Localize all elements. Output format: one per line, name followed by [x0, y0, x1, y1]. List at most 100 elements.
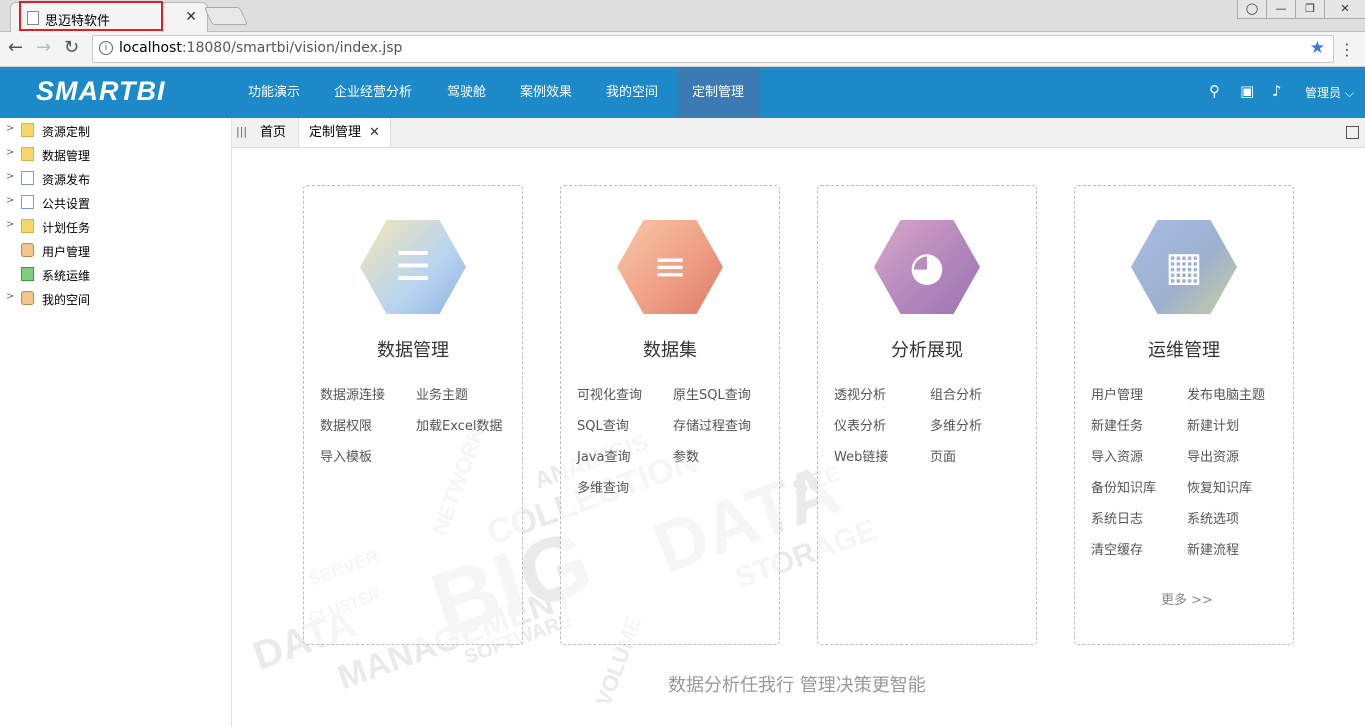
nav-item-cockpit[interactable]: 驾驶舱	[432, 67, 501, 118]
restore-icon[interactable]: ❐	[1295, 0, 1325, 19]
tab-label: 定制管理	[309, 125, 362, 140]
back-arrow-icon[interactable]: ←	[8, 37, 23, 58]
grip-icon[interactable]: |||	[236, 125, 247, 138]
link-java-query[interactable]: Java查询	[577, 446, 630, 465]
sidebar-item-label: 系统运维	[42, 269, 91, 283]
folder-icon	[21, 147, 34, 161]
link-import-resources[interactable]: 导入资源	[1091, 446, 1143, 465]
user-icon	[21, 291, 34, 305]
card-analysis: ◕ 分析展现 透视分析 组合分析 仪表分析 多维分析 Web链接 页面	[817, 185, 1037, 645]
forward-arrow-icon[interactable]: →	[36, 37, 51, 58]
browser-menu-icon[interactable]: ⋮	[1339, 40, 1355, 59]
expand-arrow-icon[interactable]: >	[6, 219, 14, 230]
card-data-management: ☰ 数据管理 数据源连接 业务主题 数据权限 加载Excel数据 导入模板	[303, 185, 523, 645]
sidebar-item-label: 我的空间	[42, 293, 91, 307]
link-multidim-analysis[interactable]: 多维分析	[930, 415, 982, 434]
expand-arrow-icon[interactable]: >	[6, 195, 14, 206]
link-data-permission[interactable]: 数据权限	[320, 415, 372, 434]
link-web-link[interactable]: Web链接	[834, 446, 888, 465]
search-icon[interactable]: ⚲	[1209, 82, 1220, 100]
link-backup-repository[interactable]: 备份知识库	[1091, 477, 1156, 496]
sidebar-item-label: 用户管理	[42, 245, 91, 259]
card-title: 分析展现	[891, 340, 963, 361]
window-close-icon[interactable]: ✕	[1324, 0, 1365, 19]
sidebar-item-label: 资源定制	[42, 125, 91, 139]
dataset-icon[interactable]: ≡	[617, 220, 723, 314]
monitor-chart-icon[interactable]: ▦	[1131, 220, 1237, 314]
sidebar-item-label: 数据管理	[42, 149, 91, 163]
schedule-icon	[21, 219, 34, 233]
link-export-resources[interactable]: 导出资源	[1187, 446, 1239, 465]
link-datasource-connection[interactable]: 数据源连接	[320, 384, 385, 403]
link-new-task[interactable]: 新建任务	[1091, 415, 1143, 434]
browser-tabstrip: 思迈特软件 ✕ ◯ — ❐ ✕	[0, 0, 1365, 33]
pie-chart-icon[interactable]: ◕	[874, 220, 980, 314]
tab-home[interactable]: 首页	[250, 118, 296, 147]
nav-item-cases[interactable]: 案例效果	[505, 67, 587, 118]
minimize-icon[interactable]: —	[1266, 0, 1296, 19]
link-sql-query[interactable]: SQL查询	[577, 415, 629, 434]
expand-arrow-icon[interactable]: >	[6, 171, 14, 182]
link-user-management[interactable]: 用户管理	[1091, 384, 1143, 403]
link-system-log[interactable]: 系统日志	[1091, 508, 1143, 527]
chart-window-icon[interactable]: ▣	[1240, 82, 1254, 100]
content-tabbar: ||| 首页 定制管理 ✕	[232, 118, 1365, 148]
profile-icon[interactable]: ◯	[1237, 0, 1267, 19]
address-bar: ← → ↻ i localhost:18080/smartbi/vision/i…	[0, 32, 1365, 67]
folder-icon	[21, 123, 34, 137]
expand-arrow-icon[interactable]: >	[6, 147, 14, 158]
maximize-icon[interactable]	[1346, 126, 1359, 139]
nav-item-demo[interactable]: 功能演示	[233, 67, 315, 118]
link-dashboard-analysis[interactable]: 仪表分析	[834, 415, 886, 434]
link-import-template[interactable]: 导入模板	[320, 446, 372, 465]
expand-arrow-icon[interactable]: >	[6, 291, 14, 302]
new-tab-button[interactable]	[203, 7, 249, 25]
expand-arrow-icon[interactable]: >	[6, 123, 14, 134]
more-link[interactable]: 更多 >>	[1161, 589, 1213, 608]
sidebar-item-label: 计划任务	[42, 221, 91, 235]
main-content: BIG DATA COLLECTION ANALYSIS MANAGEMENT …	[232, 148, 1365, 727]
close-icon[interactable]: ✕	[369, 125, 380, 140]
nav-item-custom-management[interactable]: 定制管理	[677, 67, 760, 118]
sidebar-item-label: 公共设置	[42, 197, 91, 211]
link-pivot-analysis[interactable]: 透视分析	[834, 384, 886, 403]
users-icon	[21, 243, 34, 257]
link-native-sql-query[interactable]: 原生SQL查询	[673, 384, 751, 403]
tab-custom-management[interactable]: 定制管理 ✕	[298, 118, 391, 147]
card-title: 数据集	[643, 340, 697, 361]
close-tab-icon[interactable]: ✕	[185, 9, 197, 25]
app-header: SMARTBI 功能演示 企业经营分析 驾驶舱 案例效果 我的空间 定制管理 ⚲…	[0, 67, 1365, 118]
card-dataset: ≡ 数据集 可视化查询 原生SQL查询 SQL查询 存储过程查询 Java查询 …	[560, 185, 780, 645]
link-multidim-query[interactable]: 多维查询	[577, 477, 629, 496]
link-new-workflow[interactable]: 新建流程	[1187, 539, 1239, 558]
link-business-theme[interactable]: 业务主题	[416, 384, 468, 403]
user-menu[interactable]: 管理员 ⌵	[1305, 84, 1354, 101]
sidebar-tree: > 资源定制 > 数据管理 > 资源发布 > 公共设置 > 计划任务 用户管理 …	[0, 118, 232, 727]
url-input[interactable]: i localhost:18080/smartbi/vision/index.j…	[92, 35, 1334, 63]
link-parameters[interactable]: 参数	[673, 446, 699, 465]
bookmark-star-icon[interactable]: ★	[1310, 38, 1325, 58]
card-operations: ▦ 运维管理 用户管理 发布电脑主题 新建任务 新建计划 导入资源 导出资源 备…	[1074, 185, 1294, 645]
card-title: 数据管理	[377, 340, 449, 361]
link-system-options[interactable]: 系统选项	[1187, 508, 1239, 527]
url-text: localhost:18080/smartbi/vision/index.jsp	[119, 40, 403, 56]
link-page[interactable]: 页面	[930, 446, 956, 465]
link-new-plan[interactable]: 新建计划	[1187, 415, 1239, 434]
link-combined-analysis[interactable]: 组合分析	[930, 384, 982, 403]
info-icon[interactable]: i	[99, 41, 113, 55]
nav-item-business-analysis[interactable]: 企业经营分析	[319, 67, 427, 118]
link-load-excel[interactable]: 加载Excel数据	[416, 415, 502, 434]
sidebar-item-label: 资源发布	[42, 173, 91, 187]
slogan-text: 数据分析任我行 管理决策更智能	[668, 675, 926, 696]
reload-icon[interactable]: ↻	[64, 37, 79, 58]
link-publish-pc-theme[interactable]: 发布电脑主题	[1187, 384, 1265, 403]
card-title: 运维管理	[1148, 340, 1220, 361]
link-restore-repository[interactable]: 恢复知识库	[1187, 477, 1252, 496]
settings-icon	[21, 195, 34, 209]
link-visual-query[interactable]: 可视化查询	[577, 384, 642, 403]
nav-item-my-space[interactable]: 我的空间	[591, 67, 673, 118]
link-stored-procedure-query[interactable]: 存储过程查询	[673, 415, 751, 434]
database-gear-icon[interactable]: ☰	[360, 220, 466, 314]
link-clear-cache[interactable]: 清空缓存	[1091, 539, 1143, 558]
bell-icon[interactable]: ♪	[1272, 82, 1282, 100]
